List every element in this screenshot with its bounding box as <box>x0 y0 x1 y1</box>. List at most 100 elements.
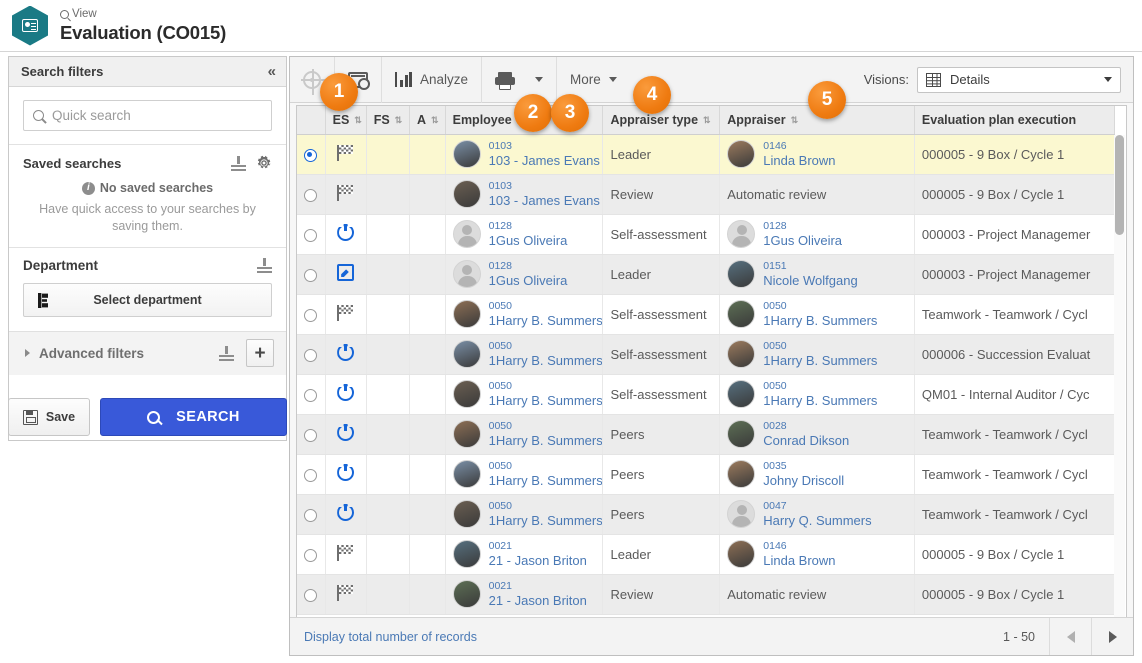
person-cell[interactable]: 0021 21 - Jason Briton <box>452 580 596 608</box>
person-cell[interactable]: 0050 1Harry B. Summers <box>452 380 602 408</box>
table-row[interactable]: 0103 103 - James Evans Leader 0146 Linda Bro… <box>297 134 1116 175</box>
employee-cell[interactable]: 0103 103 - James Evans <box>445 174 604 215</box>
select-department-button[interactable]: Select department <box>23 282 272 317</box>
print-button[interactable] <box>482 56 558 103</box>
appraiser-cell[interactable]: 0151 Nicole Wolfgang <box>719 254 915 295</box>
person-cell[interactable]: 0050 1Harry B. Summers <box>727 380 907 408</box>
row-radio[interactable] <box>304 268 318 282</box>
appraiser-cell[interactable]: Automatic review <box>719 574 915 615</box>
chevron-double-left-icon[interactable]: « <box>268 63 276 80</box>
table-row[interactable]: 0021 21 - Jason Briton Review Automatic rev… <box>297 574 1116 615</box>
flag-icon[interactable] <box>337 544 354 561</box>
row-select-cell[interactable] <box>297 494 326 535</box>
employee-cell[interactable]: 0050 1Harry B. Summers <box>445 294 604 335</box>
person-cell[interactable]: 0050 1Harry B. Summers <box>452 420 602 448</box>
person-cell[interactable]: 0146 Linda Brown <box>727 540 907 568</box>
person-cell[interactable]: 0050 1Harry B. Summers <box>452 500 602 528</box>
row-radio[interactable] <box>304 468 318 482</box>
gear-icon[interactable] <box>256 155 272 171</box>
add-filter-button[interactable]: + <box>246 339 274 368</box>
employee-cell[interactable]: 0128 1Gus Oliveira <box>445 254 604 295</box>
evaluation-status-cell[interactable] <box>325 254 367 295</box>
employee-cell[interactable]: 0050 1Harry B. Summers <box>445 454 604 495</box>
employee-cell[interactable]: 0021 21 - Jason Briton <box>445 534 604 575</box>
person-cell[interactable]: 0050 1Harry B. Summers <box>727 340 907 368</box>
flag-icon[interactable] <box>337 144 354 161</box>
person-cell[interactable]: 0128 1Gus Oliveira <box>727 220 907 248</box>
import-icon[interactable] <box>231 155 246 171</box>
search-button[interactable]: SEARCH <box>100 398 287 436</box>
person-cell[interactable]: 0047 Harry Q. Summers <box>727 500 907 528</box>
row-select-cell[interactable] <box>297 374 326 415</box>
power-icon[interactable] <box>337 504 355 521</box>
person-cell[interactable]: 0050 1Harry B. Summers <box>452 460 602 488</box>
table-row[interactable]: 0050 1Harry B. Summers Self-assessment 0050… <box>297 294 1116 335</box>
row-select-cell[interactable] <box>297 454 326 495</box>
table-row[interactable]: 0128 1Gus Oliveira Leader 0151 Nicole Wolfga… <box>297 254 1116 295</box>
appraiser-cell[interactable]: 0050 1Harry B. Summers <box>719 374 915 415</box>
table-row[interactable]: 0050 1Harry B. Summers Self-assessment 0050… <box>297 334 1116 375</box>
row-select-cell[interactable] <box>297 134 326 175</box>
appraiser-cell[interactable]: 0028 Conrad Dikson <box>719 414 915 455</box>
employee-cell[interactable]: 0050 1Harry B. Summers <box>445 414 604 455</box>
sort-toggle-icon[interactable]: ⇅ <box>703 115 711 125</box>
visions-select[interactable]: Details <box>917 66 1121 93</box>
sort-toggle-icon[interactable]: ⇅ <box>431 115 439 125</box>
vertical-scrollbar-thumb[interactable] <box>1115 135 1124 235</box>
column-header-fs[interactable]: FS ⇅ <box>366 106 410 135</box>
evaluation-status-cell[interactable] <box>325 494 367 535</box>
flag-icon[interactable] <box>337 304 354 321</box>
row-radio[interactable] <box>304 388 318 402</box>
power-icon[interactable] <box>337 224 355 241</box>
power-icon[interactable] <box>337 344 355 361</box>
evaluation-status-cell[interactable] <box>325 454 367 495</box>
caret-down-icon[interactable] <box>535 77 544 82</box>
row-radio[interactable] <box>304 348 318 362</box>
employee-cell[interactable]: 0021 21 - Jason Briton <box>445 574 604 615</box>
evaluation-status-cell[interactable] <box>325 134 367 175</box>
flag-icon[interactable] <box>337 184 354 201</box>
evaluation-status-cell[interactable] <box>325 334 367 375</box>
person-cell[interactable]: 0128 1Gus Oliveira <box>452 260 596 288</box>
row-radio[interactable] <box>304 588 318 602</box>
appraiser-cell[interactable]: 0050 1Harry B. Summers <box>719 294 915 335</box>
import-icon[interactable] <box>219 345 234 361</box>
power-icon[interactable] <box>337 464 355 481</box>
next-page-button[interactable] <box>1091 618 1133 655</box>
quick-search-input[interactable]: Quick search <box>23 100 272 131</box>
row-select-cell[interactable] <box>297 574 326 615</box>
previous-page-button[interactable] <box>1049 618 1091 655</box>
row-select-cell[interactable] <box>297 414 326 455</box>
appraiser-cell[interactable]: 0146 Linda Brown <box>719 134 915 175</box>
person-cell[interactable]: 0103 103 - James Evans <box>452 140 600 168</box>
evaluation-status-cell[interactable] <box>325 534 367 575</box>
analyze-button[interactable]: Analyze <box>382 56 483 103</box>
row-select-cell[interactable] <box>297 534 326 575</box>
appraiser-cell[interactable]: 0050 1Harry B. Summers <box>719 334 915 375</box>
person-cell[interactable]: 0028 Conrad Dikson <box>727 420 907 448</box>
appraiser-cell[interactable]: 0128 1Gus Oliveira <box>719 214 915 255</box>
sort-toggle-icon[interactable]: ⇅ <box>354 115 362 125</box>
person-cell[interactable]: 0128 1Gus Oliveira <box>452 220 596 248</box>
person-cell[interactable]: 0021 21 - Jason Briton <box>452 540 596 568</box>
table-row[interactable]: 0050 1Harry B. Summers Peers 0028 Conrad Dik… <box>297 414 1116 455</box>
employee-cell[interactable]: 0050 1Harry B. Summers <box>445 374 604 415</box>
flag-icon[interactable] <box>337 584 354 601</box>
employee-cell[interactable]: 0050 1Harry B. Summers <box>445 494 604 535</box>
row-radio[interactable] <box>304 308 318 322</box>
table-row[interactable]: 0050 1Harry B. Summers Peers 0035 Johny Dris… <box>297 454 1116 495</box>
table-row[interactable]: 0050 1Harry B. Summers Peers 0047 Harry Q. S… <box>297 494 1116 535</box>
column-header-a[interactable]: A ⇅ <box>409 106 446 135</box>
row-select-cell[interactable] <box>297 254 326 295</box>
row-select-cell[interactable] <box>297 294 326 335</box>
table-row[interactable]: 0128 1Gus Oliveira Self-assessment 0128 1Gus… <box>297 214 1116 255</box>
person-cell[interactable]: 0035 Johny Driscoll <box>727 460 907 488</box>
person-cell[interactable]: 0050 1Harry B. Summers <box>727 300 907 328</box>
employee-cell[interactable]: 0050 1Harry B. Summers <box>445 334 604 375</box>
edit-icon[interactable] <box>337 264 355 281</box>
evaluation-status-cell[interactable] <box>325 374 367 415</box>
table-row[interactable]: 0103 103 - James Evans Review Automatic rev… <box>297 174 1116 215</box>
evaluation-status-cell[interactable] <box>325 414 367 455</box>
row-radio[interactable] <box>304 148 318 162</box>
save-button[interactable]: Save <box>8 398 90 436</box>
